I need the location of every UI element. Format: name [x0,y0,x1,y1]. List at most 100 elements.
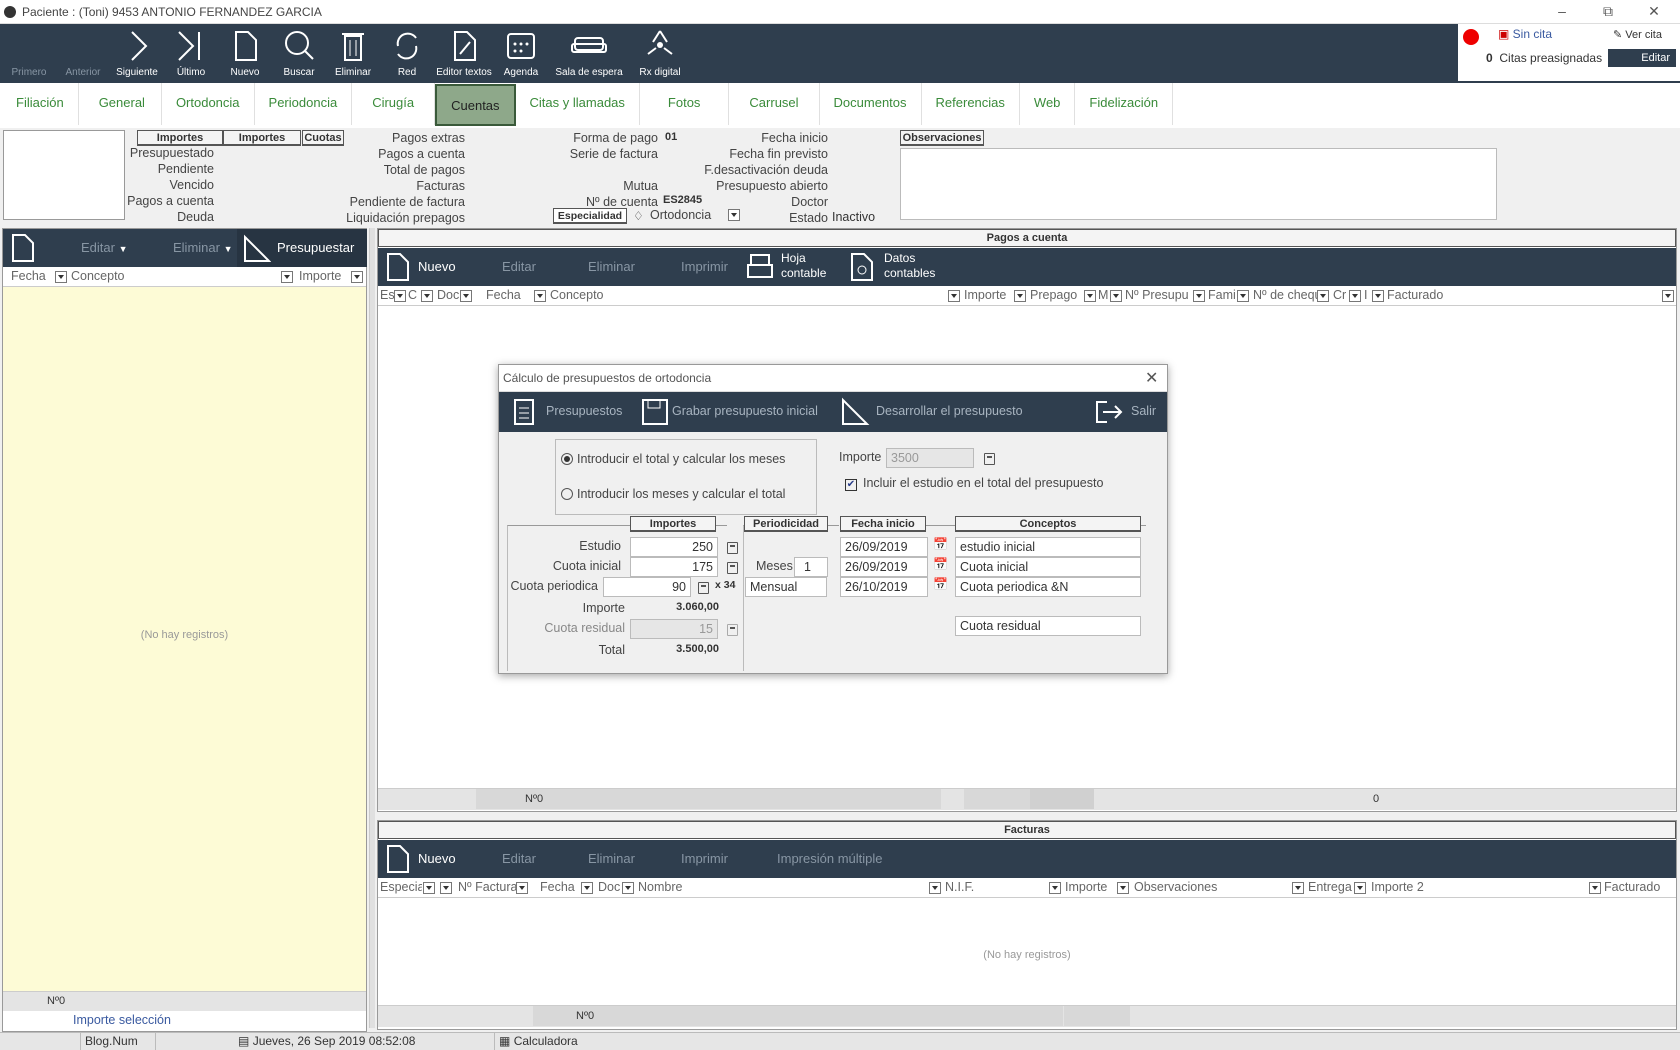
cuota-residual-input[interactable]: 15 [630,619,718,639]
concepto-cuota-periodica-input[interactable]: Cuota periodica &N [955,577,1141,597]
minimize-button[interactable]: – [1540,0,1584,22]
calculator-icon [727,624,738,636]
edit-budget-button[interactable]: Editar ▼ [81,240,128,255]
tab-cirugia[interactable]: Cirugía [352,83,436,125]
tab-ortodoncia[interactable]: Ortodoncia [162,83,255,125]
include-study-checkbox[interactable]: ✔ Incluir el estudio en el total del pres… [845,476,1103,491]
estudio-input[interactable]: 250 [630,537,718,557]
calculator-icon[interactable] [727,562,738,574]
radio-months-mode[interactable]: Introducir los meses y calcular el total [561,487,785,501]
tab-fidelizacion[interactable]: Fidelización [1075,83,1174,125]
tab-general[interactable]: General [79,83,162,125]
print-invoice-button[interactable]: Imprimir [681,851,728,866]
periods-multiplier: x 34 [715,579,736,591]
last-button[interactable]: Último [164,24,218,82]
delete-payment-button[interactable]: Eliminar [588,259,635,274]
new-button[interactable]: Nuevo [218,24,272,82]
agenda-button[interactable]: Agenda [494,24,548,82]
first-button[interactable]: Primero [2,24,56,82]
radio-total-mode[interactable]: Introducir el total y calcular los meses [561,452,785,466]
next-button[interactable]: Siguiente [110,24,164,82]
new-budget-icon[interactable] [9,233,37,263]
concepto-cuota-residual-input[interactable]: Cuota residual [955,616,1141,636]
delete-button[interactable]: Eliminar [326,24,380,82]
estudio-label: Estudio [579,539,621,553]
payments-footer: Nº0 0 [378,788,1676,810]
meses-input[interactable]: 1 [794,557,828,577]
col-importe-filter[interactable] [351,271,363,283]
delete-invoice-button[interactable]: Eliminar [588,851,635,866]
cuota-periodica-input[interactable]: 90 [603,577,691,597]
presupuestos-button[interactable]: Presupuestos [546,404,622,418]
next-icon [131,31,148,61]
calendar-picker-icon[interactable]: 📅 [933,577,948,591]
fecha-cuota-periodica-input[interactable]: 26/10/2019 [840,577,928,597]
budget-ruler-icon [244,234,271,262]
develop-budget-button[interactable]: Desarrollar el presupuesto [876,404,1023,418]
tab-referencias[interactable]: Referencias [922,83,1020,125]
search-button[interactable]: Buscar [272,24,326,82]
col-importe[interactable]: Importe [299,269,341,283]
develop-budget-icon [842,397,870,425]
close-window-button[interactable]: ✕ [1632,0,1676,22]
observaciones-label: Observaciones [900,130,984,146]
calculator-icon[interactable] [698,582,709,594]
multi-print-button[interactable]: Impresión múltiple [777,851,883,866]
network-button[interactable]: Red [380,24,434,82]
calculator-icon[interactable] [984,453,995,465]
edit-invoice-button[interactable]: Editar [502,851,536,866]
splitter-handle[interactable] [369,228,375,1028]
rx-digital-button[interactable]: Rx digital [630,24,690,82]
fecha-estudio-input[interactable]: 26/09/2019 [840,537,928,557]
tab-web[interactable]: Web [1020,83,1076,125]
trash-icon [342,33,364,61]
text-editor-icon [454,31,476,61]
tab-filiacion[interactable]: Filiación [2,83,79,125]
new-invoice-button[interactable]: Nuevo [418,851,456,866]
ver-cita-button[interactable]: ✎ Ver cita [1613,28,1662,41]
invoices-empty-message: (No hay registros) [983,949,1071,961]
calculator-icon[interactable] [727,542,738,554]
presupuestar-button[interactable]: Presupuestar [237,229,367,267]
save-initial-budget-button[interactable]: Grabar presupuesto inicial [672,404,818,418]
print-payment-button[interactable]: Imprimir [681,259,728,274]
tab-carrusel[interactable]: Carrusel [729,83,820,125]
concepto-cuota-inicial-input[interactable]: Cuota inicial [955,557,1141,577]
new-payment-button[interactable]: Nuevo [418,259,456,274]
tab-citas-llamadas[interactable]: Citas y llamadas [516,83,640,125]
tab-documentos[interactable]: Documentos [820,83,922,125]
col-fecha[interactable]: Fecha [11,269,46,283]
calendar-picker-icon[interactable]: 📅 [933,557,948,571]
previous-button[interactable]: Anterior [56,24,110,82]
concepto-estudio-input[interactable]: estudio inicial [955,537,1141,557]
tab-fotos[interactable]: Fotos [640,83,730,125]
text-editor-button[interactable]: Editor textos [434,24,494,82]
importe-label: Importe [839,450,882,464]
edit-payment-button[interactable]: Editar [502,259,536,274]
tab-cuentas[interactable]: Cuentas [435,84,516,126]
datos-contables-button[interactable]: Datos contables [884,251,935,281]
hoja-contable-button[interactable]: Hoja contable [781,251,826,281]
fecha-cuota-inicial-input[interactable]: 26/09/2019 [840,557,928,577]
especialidad-label: Especialidad [553,208,627,224]
observaciones-textarea[interactable] [900,148,1497,220]
col-concepto-filter[interactable] [281,271,293,283]
col-concepto[interactable]: Concepto [71,269,125,283]
dialog-title: Cálculo de presupuestos de ortodoncia [503,371,712,385]
restore-button[interactable]: ⧉ [1586,0,1630,22]
periodicidad-select[interactable]: Mensual [745,577,827,597]
col-fecha-filter[interactable] [55,271,67,283]
calculator-button[interactable]: ▦ Calculadora [494,1033,582,1050]
sin-cita-link[interactable]: ▣ Sin cita [1498,27,1552,41]
cuota-inicial-input[interactable]: 175 [630,557,718,577]
budgets-list-icon [514,399,534,425]
exit-button[interactable]: Salir [1131,404,1156,418]
dialog-close-icon[interactable]: ✕ [1145,368,1158,388]
waiting-room-button[interactable]: Sala de espera [548,24,630,82]
edit-appointment-button[interactable]: Editar [1608,49,1676,67]
delete-budget-button[interactable]: Eliminar ▼ [173,240,233,255]
importe-input[interactable]: 3500 [886,448,974,468]
calendar-picker-icon[interactable]: 📅 [933,537,948,551]
tab-periodoncia[interactable]: Periodoncia [255,83,353,125]
tooth-icon: ♢ [633,209,644,223]
